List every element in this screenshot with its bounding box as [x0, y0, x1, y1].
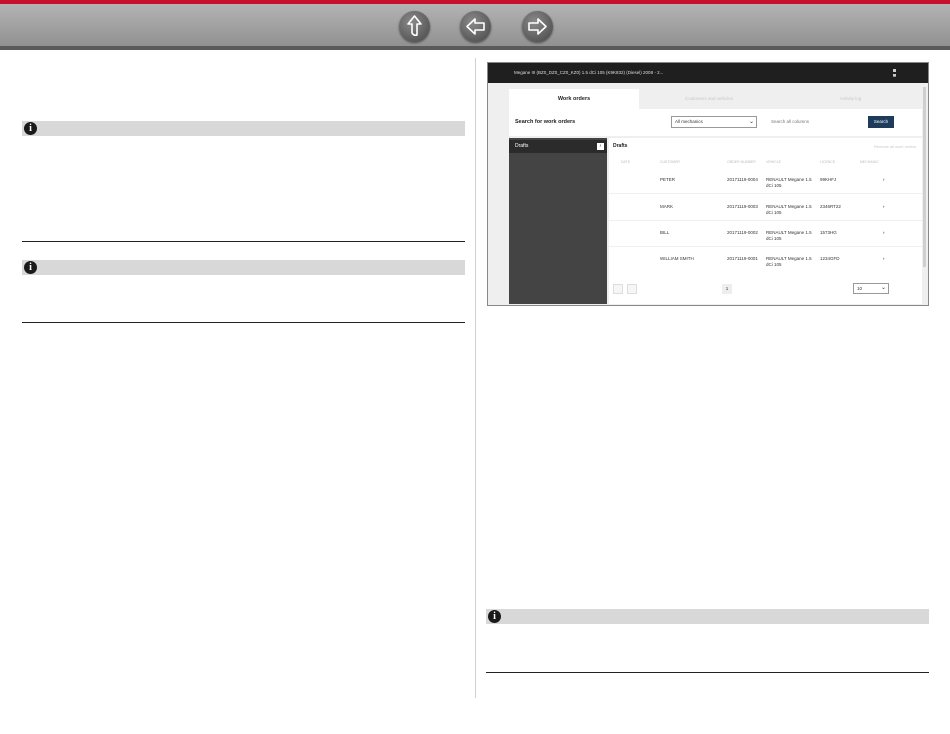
- cell-order: 20171119-0003: [727, 204, 758, 209]
- cell-order: 20171119-0002: [727, 230, 758, 235]
- sidebar-item-label: Drafts: [515, 143, 529, 149]
- page-number[interactable]: 1: [722, 284, 732, 294]
- scrollbar[interactable]: [923, 87, 926, 267]
- remove-all-link[interactable]: Remove all work orders: [874, 144, 916, 149]
- column-header-date[interactable]: DATE: [621, 160, 630, 164]
- row-divider: [609, 246, 922, 247]
- cell-vehicle-variant: dCi 105: [766, 262, 782, 267]
- more-menu-icon[interactable]: [893, 69, 896, 77]
- tab-bar: Work orders Customers and vehicles Activ…: [509, 89, 922, 109]
- tab-work-orders[interactable]: Work orders: [509, 89, 639, 109]
- row-chevron-icon[interactable]: ›: [883, 177, 885, 183]
- cell-vehicle-variant: dCi 105: [766, 183, 782, 188]
- panel-title: Drafts: [613, 143, 628, 149]
- app-screenshot: Megane III (BZ0_DZ0_CZ0_KZ0) 1.5 dCi 105…: [487, 62, 929, 306]
- cell-customer: PETER: [660, 177, 676, 182]
- column-header-order[interactable]: ORDER NUMBER: [727, 160, 756, 164]
- cell-licence: 2346RT22: [820, 204, 841, 209]
- tab-activity-log[interactable]: Activity log: [779, 89, 922, 109]
- tab-customers-vehicles[interactable]: Customers and vehicles: [639, 89, 779, 109]
- up-arrow-button[interactable]: [399, 11, 430, 42]
- sidebar: Drafts ›: [509, 138, 607, 304]
- cell-order: 20171119-0004: [727, 177, 758, 182]
- left-arrow-icon: [466, 18, 485, 35]
- prev-page-button[interactable]: [627, 284, 637, 294]
- chevron-down-icon: ⌄: [880, 285, 886, 291]
- chevron-down-icon: ⌄: [748, 119, 754, 125]
- cell-vehicle-variant: dCi 105: [766, 210, 782, 215]
- note-bar: i: [22, 260, 465, 275]
- cell-licence: 1573HG: [820, 230, 837, 235]
- column-header-licence[interactable]: LICENCE: [820, 160, 835, 164]
- row-chevron-icon[interactable]: ›: [883, 204, 885, 210]
- mechanic-select-value: All mechanics: [675, 119, 703, 124]
- row-chevron-icon[interactable]: ›: [883, 256, 885, 262]
- note-end-rule: [486, 672, 929, 673]
- sidebar-item-drafts[interactable]: Drafts ›: [509, 140, 607, 153]
- column-header-mechanic[interactable]: MECHANIC: [860, 160, 879, 164]
- info-icon: i: [24, 261, 37, 274]
- info-icon: i: [488, 610, 501, 623]
- cell-vehicle-variant: dCi 105: [766, 236, 782, 241]
- page-size-value: 10: [857, 286, 863, 291]
- cell-customer: MARK: [660, 204, 674, 209]
- row-divider: [609, 193, 922, 194]
- mechanic-select[interactable]: All mechanics ⌄: [671, 116, 757, 128]
- note-bar: i: [22, 121, 465, 136]
- cell-customer: WILLIAM SMITH: [660, 256, 694, 261]
- forward-button[interactable]: [522, 11, 553, 42]
- first-page-button[interactable]: [613, 284, 623, 294]
- toolbar-shadow: [0, 46, 950, 50]
- column-header-vehicle[interactable]: VEHICLE: [766, 160, 781, 164]
- top-toolbar: [0, 0, 950, 50]
- right-arrow-icon: [528, 18, 547, 35]
- note-bar: i: [486, 609, 929, 624]
- chevron-right-icon: ›: [597, 143, 604, 150]
- cell-licence: 99KHFJ: [820, 177, 837, 182]
- info-icon: i: [24, 122, 37, 135]
- search-label: Search for work orders: [515, 119, 576, 125]
- search-row: Search for work orders All mechanics ⌄ S…: [509, 109, 922, 136]
- vehicle-title: Megane III (BZ0_DZ0_CZ0_KZ0) 1.5 dCi 105…: [514, 70, 664, 75]
- column-header-customer[interactable]: CUSTOMER: [660, 160, 680, 164]
- page-size-select[interactable]: 10 ⌄: [853, 283, 889, 294]
- row-divider: [609, 220, 922, 221]
- search-input[interactable]: Search all columns: [771, 116, 861, 128]
- back-button[interactable]: [460, 11, 491, 42]
- app-title-bar: Megane III (BZ0_DZ0_CZ0_KZ0) 1.5 dCi 105…: [488, 63, 928, 83]
- note-end-rule: [22, 322, 465, 323]
- column-divider: [475, 58, 476, 698]
- cell-customer: BILL: [660, 230, 670, 235]
- row-chevron-icon[interactable]: ›: [883, 230, 885, 236]
- search-button[interactable]: Search: [868, 116, 894, 128]
- work-orders-panel: Drafts Remove all work orders DATE CUSTO…: [609, 138, 922, 304]
- cell-licence: 1234GFD: [820, 256, 840, 261]
- note-end-rule: [22, 241, 465, 242]
- up-arrow-icon: [407, 15, 422, 37]
- cell-order: 20171119-0001: [727, 256, 758, 261]
